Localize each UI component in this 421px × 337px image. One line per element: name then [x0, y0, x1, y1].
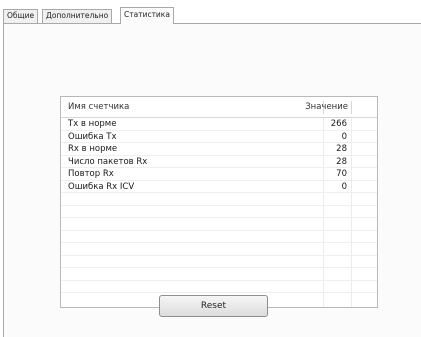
table-row[interactable]: Число пакетов Rx 28 — [61, 156, 377, 168]
counter-value: 70 — [336, 169, 347, 179]
empty-row — [61, 281, 377, 293]
tab-general[interactable]: Общие — [3, 9, 39, 23]
empty-row — [61, 193, 377, 206]
empty-row — [61, 243, 377, 256]
table-row[interactable]: Повтор Rx 70 — [61, 168, 377, 181]
table-header: Имя счетчика Значение — [61, 97, 377, 118]
counter-value: 28 — [336, 144, 347, 154]
counter-value: 28 — [336, 156, 347, 167]
statistics-panel: Имя счетчика Значение Tx в норме 266 Оши… — [3, 23, 421, 337]
empty-row — [61, 268, 377, 281]
counter-value: 266 — [330, 119, 347, 129]
counter-name: Ошибка Rx ICV — [68, 181, 135, 192]
column-header-counter-name[interactable]: Имя счетчика — [68, 97, 129, 117]
counter-name: Rx в норме — [68, 144, 118, 154]
column-header-value[interactable]: Значение — [305, 97, 348, 117]
empty-row — [61, 218, 377, 231]
empty-row — [61, 231, 377, 243]
empty-row — [61, 256, 377, 268]
counter-name: Число пакетов Rx — [68, 156, 148, 167]
counter-value: 0 — [341, 181, 347, 192]
tab-statistics[interactable]: Статистика — [120, 7, 174, 24]
network-adapter-properties-window: Общие Дополнительно Статистика Имя счетч… — [0, 0, 421, 337]
column-divider[interactable] — [351, 101, 352, 114]
counter-value: 0 — [341, 131, 347, 142]
tab-advanced[interactable]: Дополнительно — [42, 9, 113, 23]
table-row[interactable]: Rx в норме 28 — [61, 143, 377, 156]
reset-button[interactable]: Reset — [159, 295, 268, 317]
counters-table: Имя счетчика Значение Tx в норме 266 Оши… — [60, 96, 378, 308]
counter-name: Повтор Rx — [68, 169, 114, 179]
table-body: Tx в норме 266 Ошибка Tx 0 Rx в норме 28… — [61, 118, 377, 307]
empty-row — [61, 206, 377, 218]
table-row[interactable]: Ошибка Rx ICV 0 — [61, 181, 377, 193]
counter-name: Tx в норме — [68, 119, 117, 129]
table-row[interactable]: Tx в норме 266 — [61, 118, 377, 131]
table-row[interactable]: Ошибка Tx 0 — [61, 131, 377, 143]
counter-name: Ошибка Tx — [68, 131, 117, 142]
tab-strip: Общие Дополнительно Статистика — [0, 0, 421, 24]
